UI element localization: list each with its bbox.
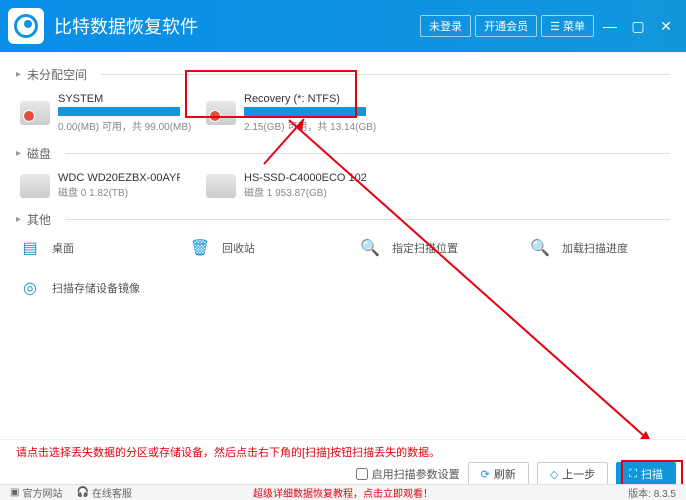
statusbar: ▣ 官方网站 🎧 在线客服 超级详细数据恢复教程，点击立即观看！ 版本: 8.3… (0, 484, 686, 500)
disk-0[interactable]: WDC WD20EZBX-00AYRA0 磁盘 0 1.82(TB) (16, 168, 184, 203)
other-desktop[interactable]: ▤ 桌面 (16, 234, 156, 262)
desktop-icon: ▤ (16, 234, 44, 262)
partition-name: SYSTEM (58, 93, 180, 105)
prev-button[interactable]: ◇上一步 (537, 462, 608, 486)
vip-button[interactable]: 开通会员 (475, 15, 537, 37)
partition-system[interactable]: SYSTEM 0.00(MB) 可用，共 99.00(MB) (16, 89, 184, 137)
disk-icon (206, 174, 236, 198)
disk-name: WDC WD20EZBX-00AYRA0 (58, 172, 180, 184)
section-disks: 磁盘 (16, 145, 670, 162)
drive-icon (206, 101, 236, 125)
drive-icon (20, 101, 50, 125)
partition-recovery[interactable]: Recovery (*: NTFS) 2.15(GB) 可用，共 13.14(G… (202, 89, 370, 137)
prev-icon: ◇ (550, 468, 558, 481)
refresh-icon: ⟳ (481, 468, 490, 481)
footer: 启用扫描参数设置 ⟳刷新 ◇上一步 ⛶扫描 (0, 462, 686, 486)
other-load-progress[interactable]: 🔍 加载扫描进度 (526, 234, 666, 262)
app-title: 比特数据恢复软件 (54, 13, 420, 39)
support-link[interactable]: 🎧 在线客服 (76, 485, 131, 500)
disk-icon (20, 174, 50, 198)
app-logo (8, 8, 44, 44)
other-specify-location[interactable]: 🔍 指定扫描位置 (356, 234, 496, 262)
titlebar: 比特数据恢复软件 未登录 开通会员 ☰ 菜单 — ▢ ✕ (0, 0, 686, 52)
close-button[interactable]: ✕ (654, 17, 678, 35)
other-scan-image[interactable]: ◎ 扫描存储设备镜像 (16, 274, 176, 302)
login-status-button[interactable]: 未登录 (420, 15, 471, 37)
disk-sub: 磁盘 0 1.82(TB) (58, 184, 180, 199)
trash-icon: 🗑 (186, 234, 214, 262)
partition-usage: 0.00(MB) 可用，共 99.00(MB) (58, 118, 180, 133)
tutorial-link[interactable]: 超级详细数据恢复教程，点击立即观看！ (253, 485, 433, 500)
disk-name: HS-SSD-C4000ECO 1024G (244, 172, 366, 184)
scan-icon: ⛶ (629, 468, 637, 481)
hint-text: 请点击选择丢失数据的分区或存储设备，然后点击右下角的[扫描]按钮扫描丢失的数据。 (0, 439, 686, 464)
disk-1[interactable]: HS-SSD-C4000ECO 1024G 磁盘 1 953.87(GB) (202, 168, 370, 203)
disk-sub: 磁盘 1 953.87(GB) (244, 184, 366, 199)
enable-params-checkbox[interactable]: 启用扫描参数设置 (356, 466, 460, 482)
usage-bar (244, 107, 366, 116)
other-recyclebin[interactable]: 🗑 回收站 (186, 234, 326, 262)
partition-name: Recovery (*: NTFS) (244, 93, 366, 105)
refresh-button[interactable]: ⟳刷新 (468, 462, 529, 486)
params-checkbox[interactable] (356, 468, 368, 480)
scan-button[interactable]: ⛶扫描 (616, 462, 676, 486)
section-other: 其他 (16, 211, 670, 228)
minimize-button[interactable]: — (598, 17, 622, 35)
menu-button[interactable]: ☰ 菜单 (541, 15, 594, 37)
main-content: 未分配空间 SYSTEM 0.00(MB) 可用，共 99.00(MB) Rec… (0, 52, 686, 440)
load-icon: 🔍 (526, 234, 554, 262)
version-label: 版本: 8.3.5 (628, 485, 676, 500)
maximize-button[interactable]: ▢ (626, 17, 650, 35)
target-icon: 🔍 (356, 234, 384, 262)
official-site-link[interactable]: ▣ 官方网站 (10, 485, 62, 500)
partition-usage: 2.15(GB) 可用，共 13.14(GB) (244, 118, 366, 133)
section-unallocated: 未分配空间 (16, 66, 670, 83)
image-icon: ◎ (16, 274, 44, 302)
usage-bar (58, 107, 180, 116)
